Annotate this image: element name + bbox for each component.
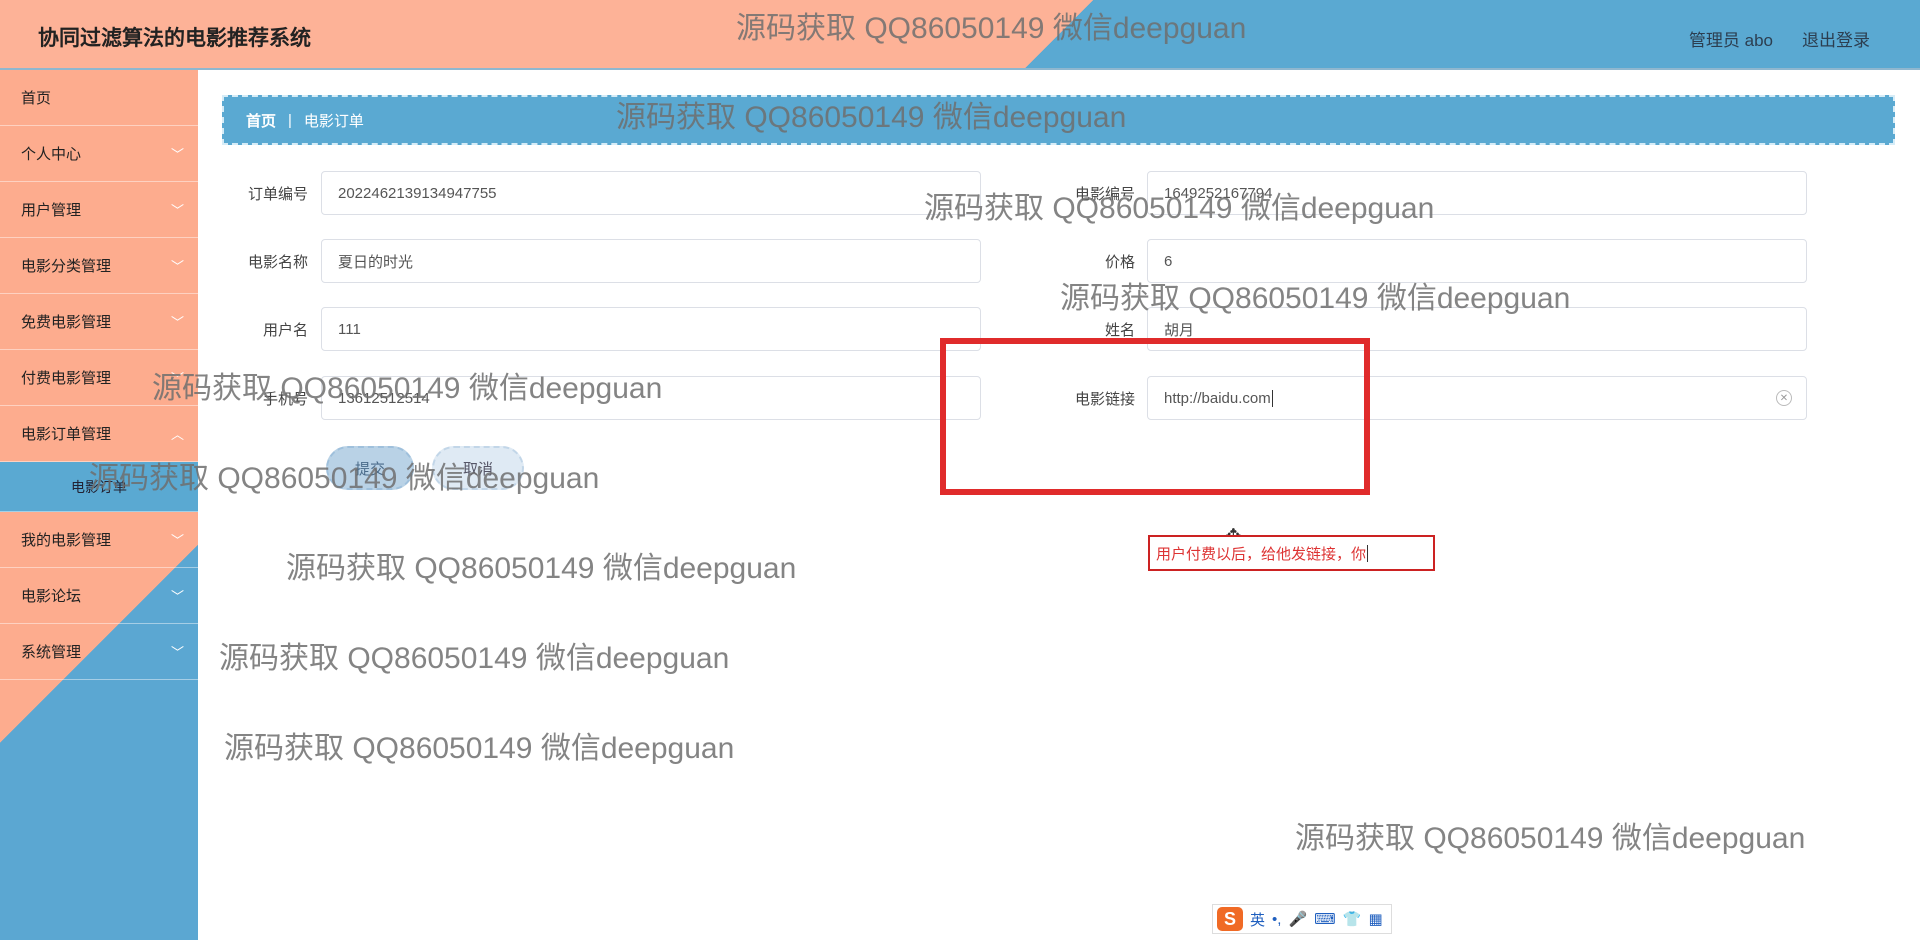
name-label: 姓名 (1104, 322, 1135, 339)
chevron-down-icon: ﹀ (170, 315, 184, 330)
movie-name-field[interactable]: 夏日的时光 (321, 239, 981, 283)
phone-value: 13612512514 (338, 389, 430, 407)
sidebar-item-label: 我的电影管理 (21, 532, 112, 549)
highlight-rectangle (940, 338, 1370, 495)
sidebar-item-movie-forum[interactable]: 电影论坛 ﹀ (0, 568, 198, 624)
sidebar-item-label: 电影分类管理 (21, 258, 112, 275)
text-cursor (1367, 544, 1369, 562)
keyboard-icon[interactable]: ⌨ (1314, 910, 1336, 928)
name-value: 胡月 (1164, 321, 1195, 339)
chevron-up-icon: ︿ (170, 427, 184, 442)
sidebar-item-category-management[interactable]: 电影分类管理 ﹀ (0, 238, 198, 294)
breadcrumb-current: 电影订单 (303, 112, 364, 130)
ime-language[interactable]: 英 (1250, 909, 1265, 930)
movie-no-field[interactable]: 1649252167794 (1147, 171, 1807, 215)
sidebar-item-label: 电影论坛 (21, 588, 82, 605)
movie-name-label: 电影名称 (247, 254, 308, 271)
watermark: 源码获取 QQ86050149 微信deepguan (224, 732, 735, 765)
admin-user-label[interactable]: 管理员 abo (1689, 26, 1773, 51)
price-label: 价格 (1104, 254, 1135, 271)
annotation-text: 用户付费以后，给他发链接，你 (1156, 545, 1367, 563)
username-field[interactable]: 111 (321, 307, 981, 351)
sidebar-subitem-movie-orders[interactable]: 电影订单 (0, 462, 198, 512)
order-no-field[interactable]: 2022462139134947755 (321, 171, 981, 215)
movie-no-label: 电影编号 (1074, 186, 1135, 203)
skin-icon[interactable]: 👕 (1343, 910, 1362, 928)
chevron-down-icon: ﹀ (170, 203, 184, 218)
sidebar-item-label: 首页 (21, 90, 52, 107)
top-header: 协同过滤算法的电影推荐系统 管理员 abo 退出登录 (0, 0, 1920, 70)
clear-icon[interactable]: ✕ (1776, 390, 1792, 406)
sidebar-item-label: 个人中心 (21, 146, 82, 163)
chevron-down-icon: ﹀ (170, 147, 184, 162)
order-no-label: 订单编号 (247, 186, 308, 203)
username-value: 111 (338, 320, 361, 338)
sidebar-item-label: 电影订单管理 (21, 426, 112, 443)
cancel-button[interactable]: 取消 (432, 446, 524, 490)
chevron-down-icon: ﹀ (170, 645, 184, 660)
chevron-down-icon: ﹀ (170, 533, 184, 548)
chevron-down-icon: ﹀ (170, 371, 184, 386)
submit-button[interactable]: 提交 (326, 446, 414, 490)
sidebar-item-label: 付费电影管理 (21, 370, 112, 387)
price-value: 6 (1164, 252, 1173, 270)
toolbox-icon[interactable]: ▦ (1368, 910, 1382, 928)
ime-toolbar[interactable]: S 英 •, 🎤 ⌨ 👕 ▦ (1212, 904, 1392, 934)
sidebar: 首页 个人中心 ﹀ 用户管理 ﹀ 电影分类管理 ﹀ 免费电影管理 ﹀ 付费电影管… (0, 70, 198, 940)
breadcrumb-separator: | (288, 111, 292, 129)
sidebar-item-personal-center[interactable]: 个人中心 ﹀ (0, 126, 198, 182)
watermark: 源码获取 QQ86050149 微信deepguan (219, 642, 730, 675)
sidebar-item-user-management[interactable]: 用户管理 ﹀ (0, 182, 198, 238)
breadcrumb-home[interactable]: 首页 (246, 110, 276, 131)
app-title: 协同过滤算法的电影推荐系统 (38, 27, 311, 50)
watermark: 源码获取 QQ86050149 微信deepguan (1295, 822, 1806, 855)
sidebar-item-home[interactable]: 首页 (0, 70, 198, 126)
order-no-value: 2022462139134947755 (338, 184, 497, 202)
phone-field[interactable]: 13612512514 (321, 376, 981, 420)
ime-punctuation[interactable]: •, (1272, 911, 1281, 928)
chevron-down-icon: ﹀ (170, 589, 184, 604)
logout-link[interactable]: 退出登录 (1802, 26, 1870, 51)
phone-label: 手机号 (262, 391, 308, 408)
sidebar-item-system-management[interactable]: 系统管理 ﹀ (0, 624, 198, 680)
sidebar-item-my-movie-management[interactable]: 我的电影管理 ﹀ (0, 512, 198, 568)
movie-no-value: 1649252167794 (1164, 184, 1273, 202)
microphone-icon[interactable]: 🎤 (1288, 910, 1307, 928)
chevron-down-icon: ﹀ (170, 259, 184, 274)
sogou-logo-icon: S (1217, 907, 1243, 931)
sidebar-item-paid-movie-management[interactable]: 付费电影管理 ﹀ (0, 350, 198, 406)
sidebar-item-free-movie-management[interactable]: 免费电影管理 ﹀ (0, 294, 198, 350)
sidebar-item-order-management[interactable]: 电影订单管理 ︿ (0, 406, 198, 462)
breadcrumb: 首页 | 电影订单 (222, 95, 1895, 145)
sidebar-item-label: 免费电影管理 (21, 314, 112, 331)
watermark: 源码获取 QQ86050149 微信deepguan (286, 552, 797, 585)
sidebar-item-label: 系统管理 (21, 644, 82, 661)
price-field[interactable]: 6 (1147, 239, 1807, 283)
movie-name-value: 夏日的时光 (338, 253, 414, 271)
sidebar-item-label: 用户管理 (21, 202, 82, 219)
annotation-textbox[interactable]: 用户付费以后，给他发链接，你 (1148, 535, 1435, 571)
username-label: 用户名 (262, 322, 308, 339)
